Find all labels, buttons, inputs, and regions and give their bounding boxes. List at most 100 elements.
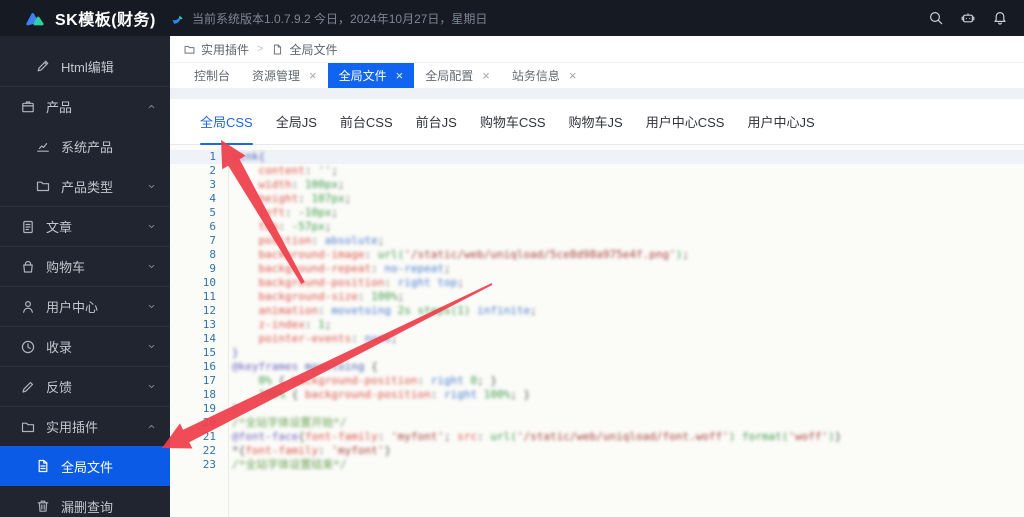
doc-icon: [271, 43, 284, 56]
code-line[interactable]: 6 top: -57px;: [170, 220, 1024, 234]
line-number: 21: [202, 430, 216, 443]
code-line[interactable]: 4 height: 107px;: [170, 192, 1024, 206]
folder-icon: [183, 43, 196, 56]
breadcrumb-item[interactable]: 实用插件: [183, 41, 249, 58]
code-line[interactable]: 14 pointer-events: none;: [170, 332, 1024, 346]
chart-icon: [35, 138, 51, 154]
code-line[interactable]: 1 pink{: [170, 150, 1024, 164]
search-icon[interactable]: [920, 0, 952, 36]
code-line[interactable]: 2 content: '';: [170, 164, 1024, 178]
tab-close-icon[interactable]: ×: [482, 69, 490, 82]
subtab-ucenter-js[interactable]: 用户中心JS: [747, 99, 814, 144]
code-line[interactable]: 11 background-size: 100%;: [170, 290, 1024, 304]
app-header: SK模板(财务) 当前系统版本1.0.7.9.2 今日，2024年10月27日，…: [0, 0, 1024, 36]
sidebar-item-records[interactable]: 收录: [0, 326, 170, 366]
chevron-down-icon: [146, 181, 157, 192]
code-text: width: 100px;: [258, 178, 345, 191]
line-number: 7: [209, 234, 216, 247]
subtab-cart-js[interactable]: 购物车JS: [569, 99, 623, 144]
chevron-down-icon: [146, 221, 157, 232]
code-text: *{font-family: 'myfont'}: [232, 444, 391, 457]
chevron-up-icon: [146, 101, 157, 112]
code-line[interactable]: 9 background-repeat: no-repeat;: [170, 262, 1024, 276]
sidebar-item-label: 产品: [46, 100, 73, 115]
record-icon: [20, 339, 36, 355]
line-number: 4: [209, 192, 216, 205]
subtab-front-js[interactable]: 前台JS: [416, 99, 457, 144]
sidebar-item-system-product[interactable]: 系统产品: [0, 126, 170, 166]
line-number: 22: [202, 444, 216, 457]
code-line[interactable]: 15}: [170, 346, 1024, 360]
code-text: 100% { background-position: right 100%; …: [258, 388, 531, 401]
tab-close-icon[interactable]: ×: [569, 69, 577, 82]
tab-global-files[interactable]: 全局文件 ×: [327, 63, 415, 88]
tab-site-info[interactable]: 站务信息 ×: [501, 63, 588, 88]
sidebar: Html编辑产品系统产品产品类型 文章购物车用户中心收录反馈实用插件 全局文件 漏删查…: [0, 36, 170, 517]
code-text: content: '';: [258, 164, 338, 177]
code-line[interactable]: 12 animation: movetoing 2s steps(1) infi…: [170, 304, 1024, 318]
code-line[interactable]: 10 background-position: right top;: [170, 276, 1024, 290]
tab-close-icon[interactable]: ×: [309, 69, 317, 82]
sidebar-item-label: 购物车: [46, 260, 86, 275]
code-text: /*全站字体设置开始*/: [232, 416, 347, 429]
sidebar-item-product[interactable]: 产品: [0, 86, 170, 126]
code-line[interactable]: 7 position: absolute;: [170, 234, 1024, 248]
breadcrumb-item[interactable]: 全局文件: [271, 41, 337, 58]
subtab-global-css[interactable]: 全局CSS: [200, 99, 253, 145]
chevron-down-icon: [146, 341, 157, 352]
cart-icon: [20, 259, 36, 275]
code-text: background-size: 100%;: [258, 290, 405, 303]
subtab-front-css[interactable]: 前台CSS: [340, 99, 393, 144]
sidebar-item-global-files[interactable]: 全局文件: [0, 446, 170, 486]
user-icon: [20, 299, 36, 315]
sidebar-item-cart[interactable]: 购物车: [0, 246, 170, 286]
announcement-bar: 当前系统版本1.0.7.9.2 今日，2024年10月27日，星期日: [170, 10, 487, 27]
subtab-global-js[interactable]: 全局JS: [276, 99, 317, 144]
code-line[interactable]: 8 background-image: url('/static/web/uni…: [170, 248, 1024, 262]
code-line[interactable]: 18 100% { background-position: right 100…: [170, 388, 1024, 402]
line-number: 17: [202, 374, 216, 387]
sidebar-item-html-edit[interactable]: Html编辑: [0, 46, 170, 86]
subtab-cart-css[interactable]: 购物车CSS: [480, 99, 546, 144]
code-line[interactable]: 13 z-index: 1;: [170, 318, 1024, 332]
robot-icon[interactable]: [952, 0, 984, 36]
code-line[interactable]: 23 /*全站字体设置结束*/: [170, 458, 1024, 472]
line-number: 23: [202, 458, 216, 471]
code-text: background-position: right top;: [258, 276, 464, 289]
bell-icon[interactable]: [984, 0, 1016, 36]
sidebar-item-leak-query[interactable]: 漏删查询: [0, 486, 170, 517]
code-line[interactable]: 3 width: 100px;: [170, 178, 1024, 192]
sidebar-item-feedback[interactable]: 反馈: [0, 366, 170, 406]
tab-close-icon[interactable]: ×: [396, 69, 404, 82]
subtab-ucenter-css[interactable]: 用户中心CSS: [646, 99, 725, 144]
line-number: 9: [209, 262, 216, 275]
tab-bar: 控制台 资源管理 × 全局文件 × 全局配置 × 站务信息 ×: [170, 63, 1024, 89]
code-line[interactable]: 19}: [170, 402, 1024, 416]
code-line[interactable]: 5 left: -10px;: [170, 206, 1024, 220]
tab-global-config[interactable]: 全局配置 ×: [414, 63, 501, 88]
code-line[interactable]: 16 @keyframes movetoing {: [170, 360, 1024, 374]
logo[interactable]: SK模板(财务): [0, 6, 170, 30]
tab-resource-mgmt[interactable]: 资源管理 ×: [241, 63, 328, 88]
chevron-down-icon: [146, 261, 157, 272]
line-number: 13: [202, 318, 216, 331]
code-line[interactable]: 20 /*全站字体设置开始*/: [170, 416, 1024, 430]
code-text: pointer-events: none;: [258, 332, 398, 345]
sidebar-item-label: 反馈: [46, 380, 73, 395]
code-text: }: [232, 402, 239, 415]
code-text: background-repeat: no-repeat;: [258, 262, 451, 275]
code-editor[interactable]: 1 pink{2 content: ''; 3 width: 100px; 4 hei…: [170, 145, 1024, 517]
sidebar-item-product-type[interactable]: 产品类型: [0, 166, 170, 206]
header-actions: [920, 0, 1024, 36]
sidebar-item-user-center[interactable]: 用户中心: [0, 286, 170, 326]
sidebar-item-plugins[interactable]: 实用插件: [0, 406, 170, 446]
sidebar-item-label: 系统产品: [61, 139, 114, 155]
code-line[interactable]: 17 0% { background-position: right 0; }: [170, 374, 1024, 388]
line-number: 14: [202, 332, 216, 345]
line-number: 8: [209, 248, 216, 261]
code-line[interactable]: 21 @font-face{font-family: 'myfont'; src:…: [170, 430, 1024, 444]
code-line[interactable]: 22 *{font-family: 'myfont'}: [170, 444, 1024, 458]
sidebar-item-label: 用户中心: [46, 300, 99, 315]
tab-console[interactable]: 控制台: [183, 63, 241, 88]
sidebar-item-article[interactable]: 文章: [0, 206, 170, 246]
